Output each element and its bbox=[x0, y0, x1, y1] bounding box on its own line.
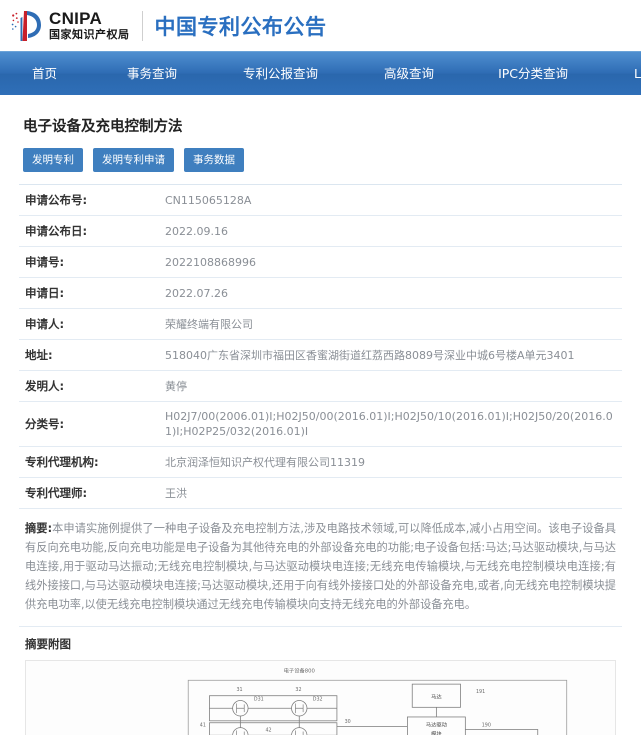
logo-abbr: CNIPA bbox=[49, 9, 103, 28]
field-value: 王洪 bbox=[165, 486, 187, 500]
badge-group: 发明专利 发明专利申请 事务数据 bbox=[23, 148, 622, 172]
svg-text:191: 191 bbox=[476, 689, 485, 695]
table-row: 申请日: 2022.07.26 bbox=[19, 277, 622, 309]
field-label: 申请号: bbox=[25, 255, 65, 269]
abstract-text: 摘要:本申请实施例提供了一种电子设备及充电控制方法,涉及电路技术领域,可以降低成… bbox=[25, 519, 616, 614]
nav-item-ipc-search[interactable]: IPC分类查询 bbox=[480, 52, 586, 96]
field-value: 2022108868996 bbox=[165, 255, 256, 269]
table-row: 专利代理师: 王洪 bbox=[19, 477, 622, 509]
field-value: 黄停 bbox=[165, 379, 187, 393]
svg-text:D32: D32 bbox=[313, 697, 323, 703]
field-value: 荣耀终端有限公司 bbox=[165, 317, 253, 331]
badge-invention-application[interactable]: 发明专利申请 bbox=[93, 148, 174, 172]
nav-item-affairs-search[interactable]: 事务查询 bbox=[109, 52, 195, 96]
figure-container: 电子设备800 31 32 D31 D32 41 42 D41 D42 40 3… bbox=[25, 660, 616, 735]
figure-block-motordrv-l1: 马达驱动 bbox=[426, 721, 447, 729]
nav-item-advanced-search[interactable]: 高级查询 bbox=[366, 52, 452, 96]
badge-invention-patent[interactable]: 发明专利 bbox=[23, 148, 83, 172]
nav-item-gazette-search[interactable]: 专利公报查询 bbox=[225, 52, 336, 96]
figure-title-label: 电子设备800 bbox=[284, 667, 316, 675]
patent-info-table: 申请公布号: CN115065128A 申请公布日: 2022.09.16 申请… bbox=[19, 184, 622, 508]
svg-text:190: 190 bbox=[482, 723, 491, 729]
svg-text:D31: D31 bbox=[254, 697, 264, 703]
header-divider bbox=[141, 10, 143, 41]
field-label: 申请公布日: bbox=[25, 224, 88, 238]
abstract-section: 摘要:本申请实施例提供了一种电子设备及充电控制方法,涉及电路技术领域,可以降低成… bbox=[19, 508, 622, 626]
field-label: 分类号: bbox=[25, 417, 65, 431]
field-value: 2022.07.26 bbox=[165, 286, 228, 300]
svg-text:41: 41 bbox=[200, 723, 206, 729]
field-value: CN115065128A bbox=[165, 193, 252, 207]
field-label: 申请日: bbox=[25, 286, 65, 300]
field-label: 专利代理师: bbox=[25, 486, 88, 500]
svg-text:31: 31 bbox=[236, 687, 242, 693]
field-label: 申请公布号: bbox=[25, 193, 88, 207]
table-row: 申请公布日: 2022.09.16 bbox=[19, 215, 622, 247]
svg-text:32: 32 bbox=[295, 687, 301, 693]
field-label: 发明人: bbox=[25, 379, 65, 393]
figure-heading: 摘要附图 bbox=[19, 626, 622, 660]
cnipa-emblem-icon bbox=[10, 9, 46, 43]
table-row: 申请人: 荣耀终端有限公司 bbox=[19, 308, 622, 340]
svg-text:30: 30 bbox=[345, 719, 351, 725]
abstract-label: 摘要: bbox=[25, 522, 53, 535]
badge-affairs-data[interactable]: 事务数据 bbox=[184, 148, 244, 172]
abstract-body: 本申请实施例提供了一种电子设备及充电控制方法,涉及电路技术领域,可以降低成本,减… bbox=[25, 522, 616, 611]
patent-circuit-diagram: 电子设备800 31 32 D31 D32 41 42 D41 D42 40 3… bbox=[187, 667, 568, 735]
svg-text:模块: 模块 bbox=[431, 729, 442, 735]
table-row: 地址: 518040广东省深圳市福田区香蜜湖街道红荔西路8089号深业中城6号楼… bbox=[19, 339, 622, 371]
field-label: 地址: bbox=[25, 348, 53, 362]
field-label: 专利代理机构: bbox=[25, 455, 99, 469]
figure-block-motor: 马达 bbox=[431, 693, 442, 701]
cnipa-logo[interactable]: CNIPA 国家知识产权局 bbox=[10, 7, 130, 45]
svg-text:42: 42 bbox=[265, 727, 271, 733]
site-header: CNIPA 国家知识产权局 中国专利公布公告 bbox=[0, 0, 641, 51]
nav-item-home[interactable]: 首页 bbox=[14, 52, 75, 96]
main-nav: 首页 事务查询 专利公报查询 高级查询 IPC分类查询 LOC分类查询 bbox=[0, 51, 641, 95]
content-card: 电子设备及充电控制方法 发明专利 发明专利申请 事务数据 申请公布号: CN11… bbox=[9, 95, 632, 735]
page-root: CNIPA 国家知识产权局 中国专利公布公告 首页 事务查询 专利公报查询 高级… bbox=[0, 0, 641, 735]
nav-item-loc-search[interactable]: LOC分类查询 bbox=[616, 52, 641, 96]
table-row: 发明人: 黄停 bbox=[19, 370, 622, 402]
table-row: 申请号: 2022108868996 bbox=[19, 246, 622, 278]
page-title: 电子设备及充电控制方法 bbox=[23, 119, 183, 135]
table-row: 专利代理机构: 北京润泽恒知识产权代理有限公司11319 bbox=[19, 446, 622, 478]
field-value: 北京润泽恒知识产权代理有限公司11319 bbox=[165, 455, 365, 469]
table-row: 申请公布号: CN115065128A bbox=[19, 184, 622, 216]
field-label: 申请人: bbox=[25, 317, 65, 331]
logo-cn-name: 国家知识产权局 bbox=[49, 28, 130, 41]
logo-text-block: CNIPA 国家知识产权局 bbox=[49, 10, 130, 41]
field-value: 2022.09.16 bbox=[165, 224, 228, 238]
table-row: 分类号: H02J7/00(2006.01)I;H02J50/00(2016.0… bbox=[19, 401, 622, 447]
field-value: H02J7/00(2006.01)I;H02J50/00(2016.01)I;H… bbox=[165, 410, 613, 438]
site-title: 中国专利公布公告 bbox=[154, 14, 327, 39]
field-value: 518040广东省深圳市福田区香蜜湖街道红荔西路8089号深业中城6号楼A单元3… bbox=[165, 348, 575, 362]
